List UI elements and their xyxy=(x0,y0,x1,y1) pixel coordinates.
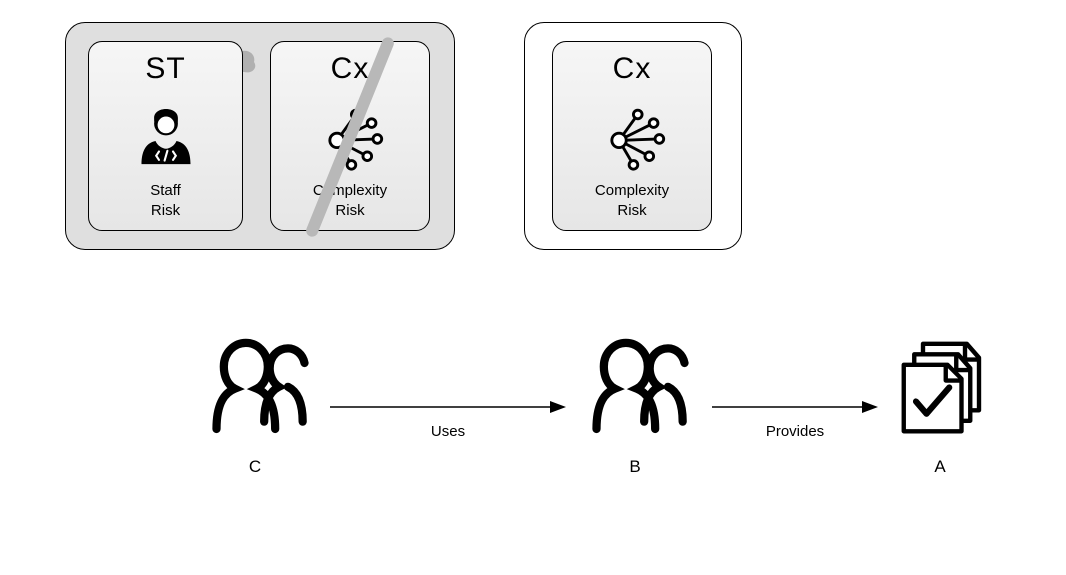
documents-check-icon xyxy=(888,335,993,440)
arrow-label: Provides xyxy=(710,423,880,440)
actor-label: A xyxy=(885,457,995,477)
actor-label: C xyxy=(195,457,315,477)
actor-label: B xyxy=(575,457,695,477)
card-complexity-risk-2: Cx Complexity Risk xyxy=(552,41,712,231)
network-icon xyxy=(596,101,668,178)
card-label: Staff Risk xyxy=(89,181,242,220)
arrow-provides: Provides xyxy=(710,398,880,440)
developer-icon xyxy=(131,102,201,177)
card-label: Complexity Risk xyxy=(271,181,429,220)
card-code: ST xyxy=(89,52,242,86)
actor-c: C xyxy=(195,330,315,477)
arrow-label: Uses xyxy=(328,423,568,440)
people-icon xyxy=(580,330,690,440)
arrow-uses: Uses xyxy=(328,398,568,440)
people-icon xyxy=(200,330,310,440)
actor-b: B xyxy=(575,330,695,477)
card-label: Complexity Risk xyxy=(553,181,711,220)
card-staff-risk: ST Staff Risk xyxy=(88,41,243,231)
card-code: Cx xyxy=(271,52,429,86)
actor-a: A xyxy=(885,335,995,477)
card-code: Cx xyxy=(553,52,711,86)
